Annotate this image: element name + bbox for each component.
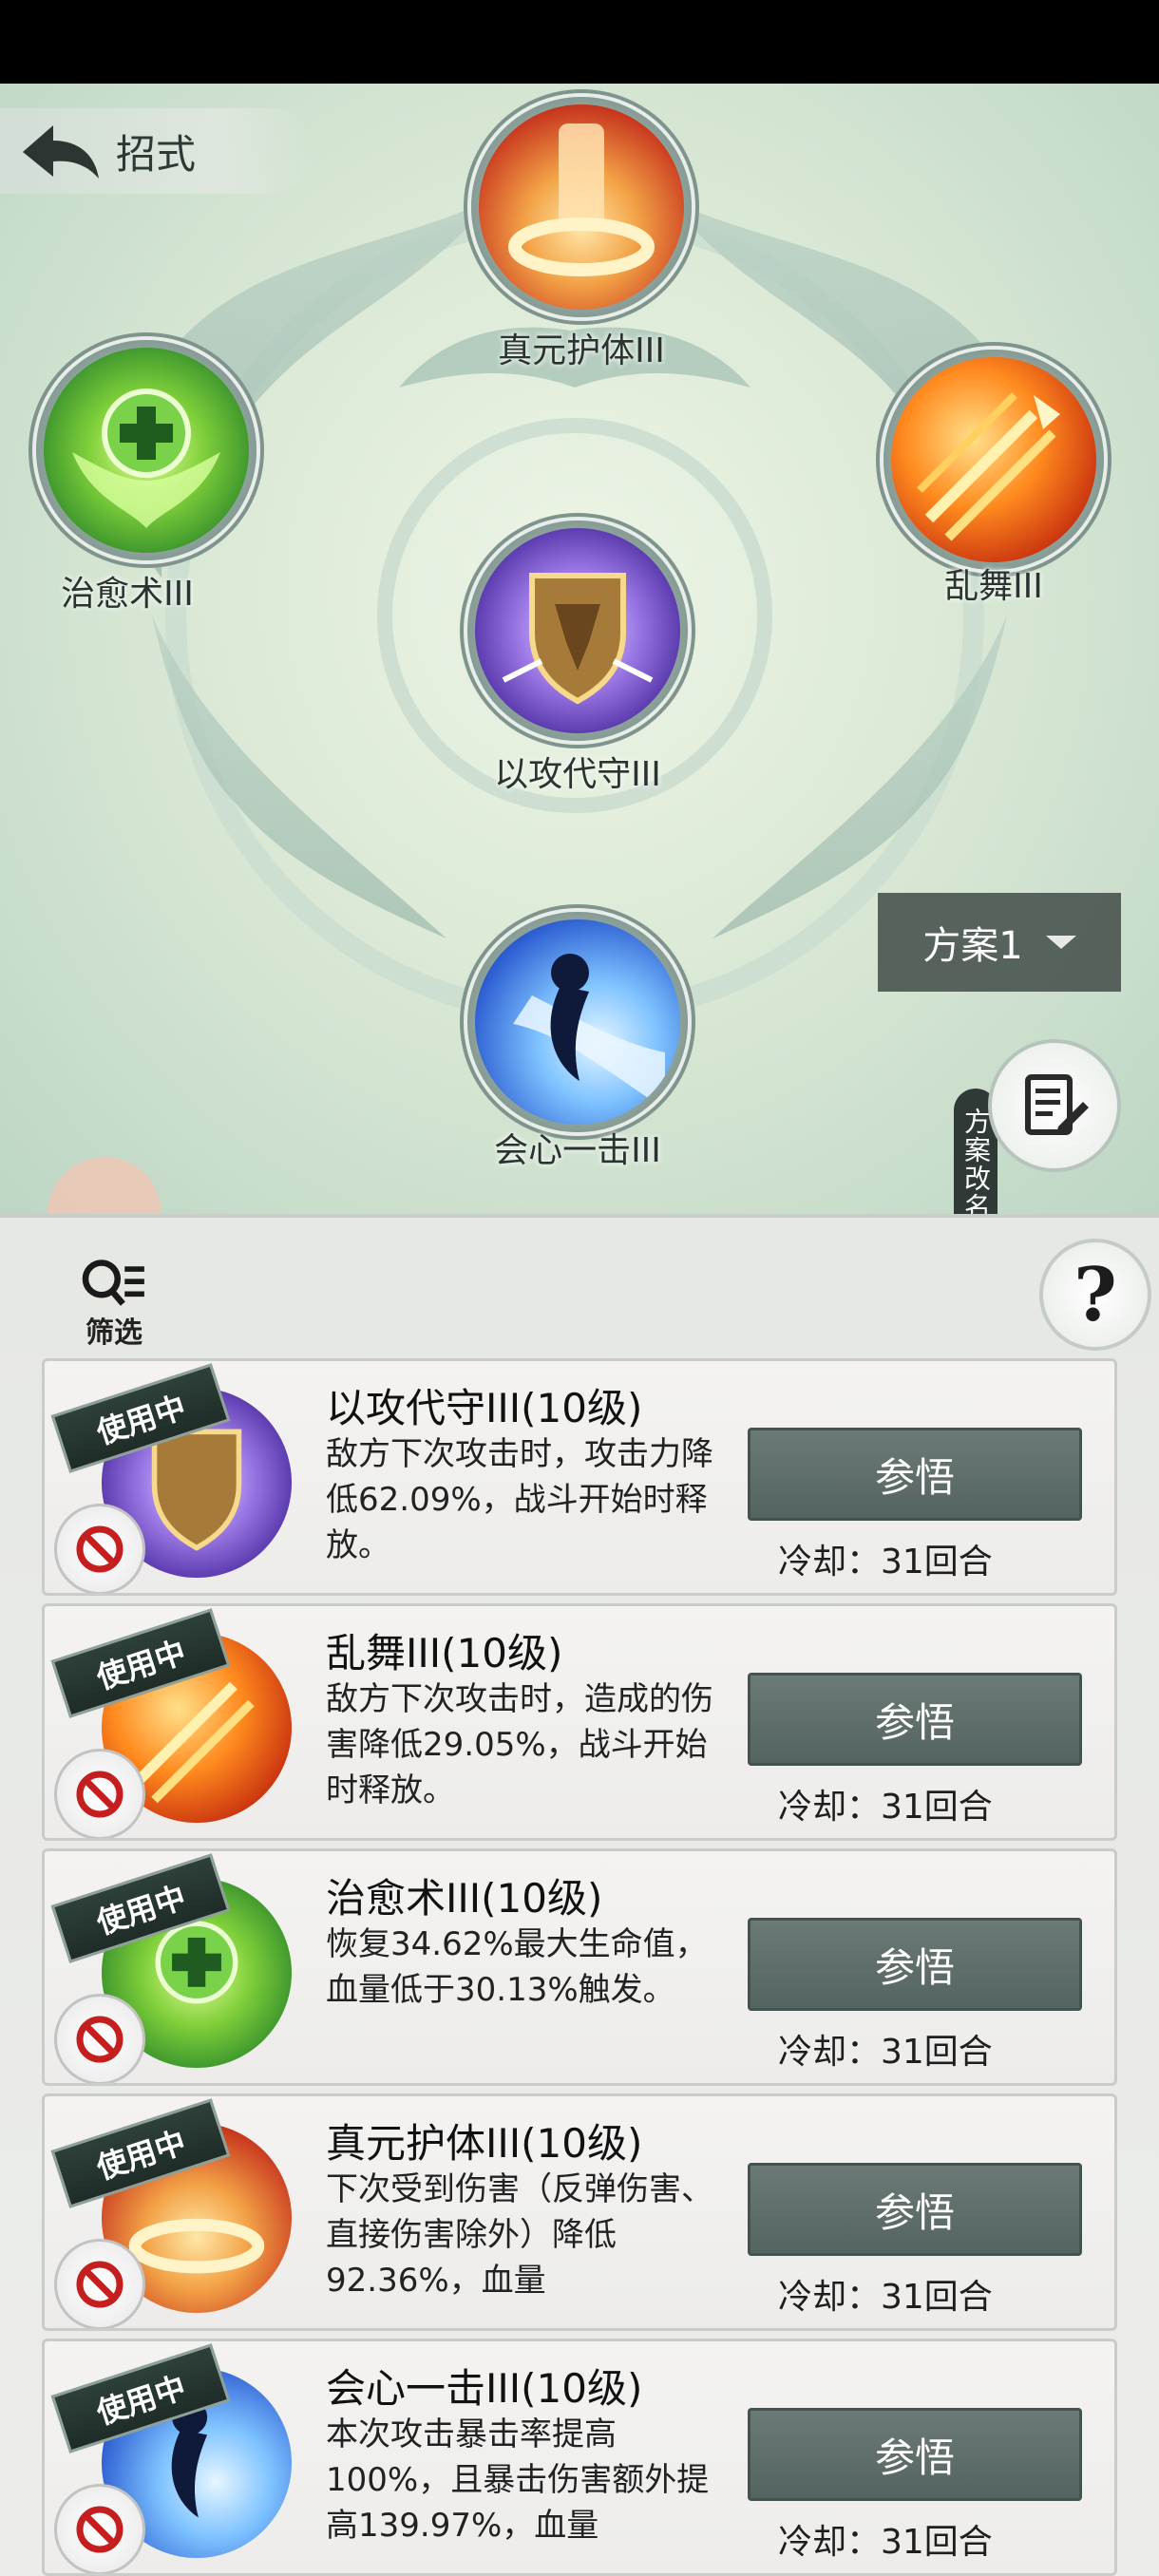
comprehend-button[interactable]: 参悟	[748, 1673, 1082, 1766]
node-label: 乱舞III	[944, 567, 1043, 606]
node-label: 会心一击III	[494, 1131, 661, 1170]
ban-icon	[76, 1771, 124, 1818]
formation-node-bottom[interactable]: 会心一击III	[467, 912, 688, 1172]
skill-description: 本次攻击暴击率提高100%，且暴击伤害额外提高139.97%，血量	[326, 2415, 710, 2545]
comprehend-button[interactable]: 参悟	[748, 1428, 1082, 1521]
node-label: 以攻代守III	[494, 755, 661, 794]
back-arrow-icon[interactable]	[17, 118, 103, 184]
formation-node-left[interactable]: 治愈术III	[36, 340, 256, 616]
node-label: 真元护体III	[498, 331, 665, 370]
skill-card: 使用中 乱舞III(10级) 敌方下次攻击时，造成的伤害降低29.05%，战斗开…	[42, 1603, 1117, 1841]
ban-icon	[76, 2506, 124, 2553]
skill-title: 真元护体III(10级)	[326, 2120, 643, 2167]
formation-node-right[interactable]: 乱舞III	[884, 350, 1104, 608]
skill-description: 敌方下次攻击时，造成的伤害降低29.05%，战斗开始时释放。	[326, 1680, 713, 1809]
plan-select-value: 方案1	[922, 924, 1023, 968]
chevron-down-icon	[1045, 936, 1076, 949]
skill-description: 敌方下次攻击时，攻击力降低62.09%，战斗开始时释放。	[326, 1435, 713, 1564]
edit-note-icon	[1025, 1074, 1089, 1135]
node-label: 治愈术III	[61, 575, 194, 614]
unequip-button[interactable]	[54, 2484, 145, 2573]
skill-title: 以攻代守III(10级)	[326, 1385, 643, 1431]
ban-icon	[76, 2016, 124, 2063]
unequip-button[interactable]	[54, 1994, 145, 2083]
green-heal-cross-icon	[44, 348, 249, 553]
page-title: 招式	[116, 130, 197, 178]
filter-icon	[82, 1260, 144, 1306]
skill-title: 治愈术III(10级)	[326, 1875, 603, 1922]
skill-description: 下次受到伤害（反弹伤害、直接伤害除外）降低92.36%，血量	[326, 2170, 713, 2300]
plan-select[interactable]: 方案1	[878, 893, 1121, 992]
back-bar[interactable]: 招式	[0, 108, 314, 194]
ban-icon	[76, 2261, 124, 2308]
skill-title: 乱舞III(10级)	[326, 1630, 563, 1676]
purple-shield-icon	[475, 528, 680, 733]
comprehend-button[interactable]: 参悟	[748, 2408, 1082, 2501]
formation-node-center[interactable]: 以攻代守III	[467, 521, 688, 796]
filter-button[interactable]: 筛选	[66, 1256, 162, 1351]
skill-card: 使用中 真元护体III(10级) 下次受到伤害（反弹伤害、直接伤害除外）降低92…	[42, 2093, 1117, 2331]
formation-node-top[interactable]: 真元护体III	[471, 97, 692, 372]
cooldown-text: 冷却：31回合	[778, 1788, 993, 1827]
cooldown-text: 冷却：31回合	[778, 2033, 993, 2072]
unequip-button[interactable]	[54, 2239, 145, 2328]
blue-critical-strike-icon	[475, 919, 680, 1125]
filter-label: 筛选	[86, 1316, 142, 1350]
formation-area: 招式 真元护体III 治愈术III 乱舞III 以攻代守III 会心一击III …	[0, 84, 1159, 1214]
unequip-button[interactable]	[54, 1749, 145, 1838]
cooldown-text: 冷却：31回合	[778, 1543, 993, 1582]
status-bar	[0, 0, 1159, 84]
skill-card: 使用中 治愈术III(10级) 恢复34.62%最大生命值，血量低于30.13%…	[42, 1848, 1117, 2086]
skill-card: 使用中 会心一击III(10级) 本次攻击暴击率提高100%，且暴击伤害额外提高…	[42, 2339, 1117, 2576]
skill-title: 会心一击III(10级)	[326, 2365, 643, 2412]
comprehend-button[interactable]: 参悟	[748, 1918, 1082, 2011]
orange-arrows-icon	[891, 357, 1096, 562]
skill-panel: 筛选 ? 使用中 以攻代守III(10级) 敌方下次攻击时，攻击力降低62.09…	[0, 1214, 1159, 2576]
comprehend-button[interactable]: 参悟	[748, 2163, 1082, 2256]
cooldown-text: 冷却：31回合	[778, 2278, 993, 2317]
red-scroll-shield-icon	[479, 104, 684, 310]
rename-plan-button[interactable]	[988, 1039, 1121, 1172]
unequip-button[interactable]	[54, 1504, 145, 1593]
ban-icon	[76, 1525, 124, 1573]
help-button[interactable]: ?	[1039, 1239, 1151, 1351]
cooldown-text: 冷却：31回合	[778, 2523, 993, 2562]
rename-label: 方案改名	[960, 1108, 992, 1214]
skill-description: 恢复34.62%最大生命值，血量低于30.13%触发。	[326, 1925, 708, 2009]
skill-card: 使用中 以攻代守III(10级) 敌方下次攻击时，攻击力降低62.09%，战斗开…	[42, 1358, 1117, 1596]
